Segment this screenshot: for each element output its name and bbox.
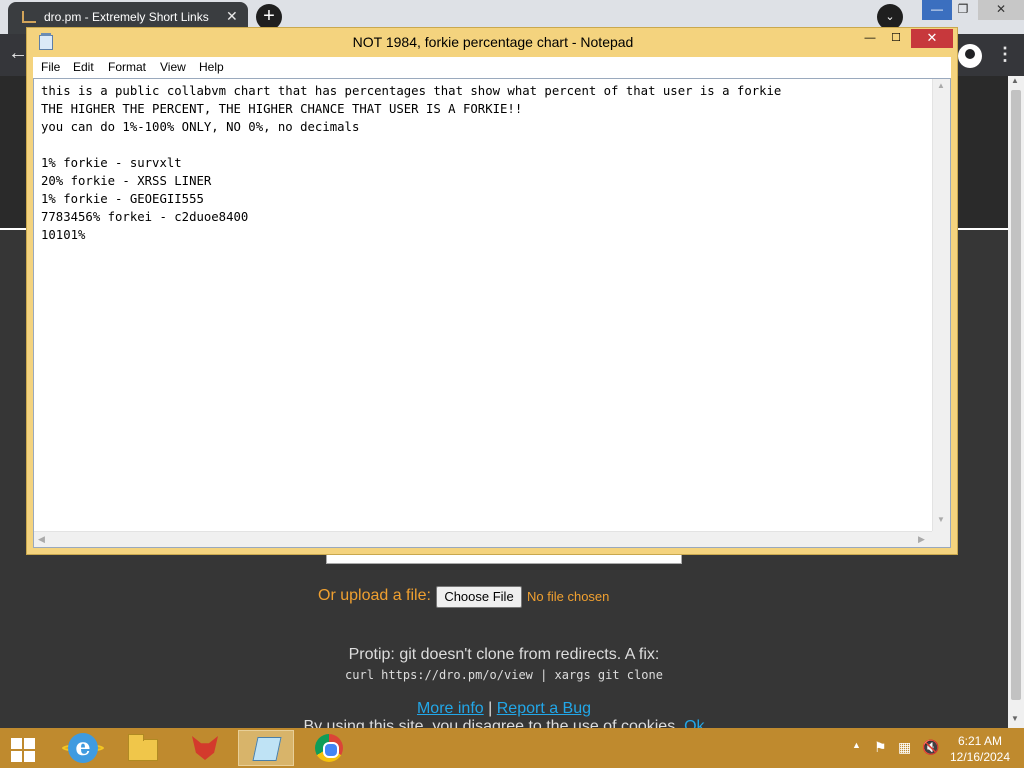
notepad-close-button[interactable]: ✕	[911, 29, 953, 48]
start-button[interactable]	[0, 730, 48, 766]
cookie-ok-link[interactable]: Ok	[684, 718, 704, 728]
taskbar: e	[0, 728, 1024, 768]
notepad-scroll-left-icon[interactable]: ◀	[38, 534, 45, 545]
chrome-icon	[315, 734, 343, 762]
taskbar-chrome[interactable]	[300, 730, 356, 766]
resize-grip-icon[interactable]	[932, 531, 950, 547]
notepad-scroll-up-icon[interactable]: ▲	[937, 81, 945, 90]
menu-file[interactable]: File	[41, 60, 60, 74]
scroll-up-icon[interactable]: ▲	[1011, 76, 1019, 85]
footer-separator: |	[488, 700, 493, 717]
red-fox-app-icon	[192, 736, 218, 760]
menu-help[interactable]: Help	[199, 60, 224, 74]
tab-title: dro.pm - Extremely Short Links	[44, 10, 209, 24]
menu-edit[interactable]: Edit	[73, 60, 94, 74]
cookie-notice: By using this site, you disagree to the …	[0, 718, 1008, 728]
profile-avatar-icon[interactable]	[958, 44, 982, 68]
taskbar-internet-explorer[interactable]: e	[54, 730, 110, 766]
taskbar-clock[interactable]: 6:21 AM 12/16/2024	[944, 733, 1016, 765]
clock-time: 6:21 AM	[957, 734, 1003, 748]
tab-close-icon[interactable]: ✕	[226, 8, 238, 25]
cookie-text: By using this site, you disagree to the …	[303, 718, 680, 728]
notepad-scroll-down-icon[interactable]: ▼	[937, 515, 945, 524]
taskbar-notepad[interactable]	[238, 730, 294, 766]
notepad-maximize-button[interactable]: ☐	[883, 30, 909, 48]
report-bug-link[interactable]: Report a Bug	[497, 700, 591, 717]
notepad-minimize-button[interactable]: —	[857, 30, 883, 48]
network-icon[interactable]: ▦	[898, 739, 911, 756]
browser-restore-button[interactable]: ❐	[948, 0, 978, 20]
folder-icon	[128, 734, 158, 761]
scroll-down-icon[interactable]: ▼	[1011, 714, 1019, 723]
browser-close-button[interactable]: ✕	[978, 0, 1024, 20]
no-file-label: No file chosen	[527, 589, 610, 604]
notepad-horizontal-scrollbar[interactable]: ◀ ▶	[34, 531, 932, 547]
notepad-vertical-scrollbar[interactable]: ▲ ▼	[932, 79, 950, 531]
menu-view[interactable]: View	[160, 60, 186, 74]
notepad-scroll-right-icon[interactable]: ▶	[918, 534, 925, 545]
notepad-editor[interactable]: this is a public collabvm chart that has…	[33, 78, 951, 548]
upload-label: Or upload a file:	[318, 587, 431, 604]
internet-explorer-icon: e	[68, 733, 98, 763]
notepad-text-content[interactable]: this is a public collabvm chart that has…	[41, 82, 929, 522]
scroll-thumb[interactable]	[1011, 90, 1021, 700]
favicon-icon	[22, 11, 36, 23]
choose-file-button[interactable]: Choose File	[436, 586, 522, 608]
menu-format[interactable]: Format	[108, 60, 146, 74]
clock-date: 12/16/2024	[949, 750, 1011, 764]
notepad-window[interactable]: NOT 1984, forkie percentage chart - Note…	[26, 27, 958, 555]
back-button[interactable]: ←	[8, 42, 28, 65]
notepad-taskbar-icon	[252, 737, 282, 761]
browser-menu-button[interactable]: ⋮	[996, 44, 1014, 65]
action-center-flag-icon[interactable]: ⚑	[874, 739, 887, 756]
notepad-menubar: File Edit Format View Help	[33, 57, 951, 78]
page-scrollbar[interactable]: ▲ ▼	[1008, 76, 1024, 728]
tray-overflow-icon[interactable]: ▲	[852, 740, 861, 750]
notepad-title: NOT 1984, forkie percentage chart - Note…	[352, 34, 634, 50]
volume-muted-icon[interactable]: 🔇	[922, 739, 939, 756]
protip-text: Protip: git doesn't clone from redirects…	[348, 646, 660, 663]
protip-code: curl https://dro.pm/o/view | xargs git c…	[345, 668, 663, 682]
taskbar-fox-app[interactable]	[176, 730, 232, 766]
taskbar-file-explorer[interactable]	[114, 730, 170, 766]
footer-links: More info | Report a Bug	[0, 700, 1008, 718]
more-info-link[interactable]: More info	[417, 700, 484, 717]
